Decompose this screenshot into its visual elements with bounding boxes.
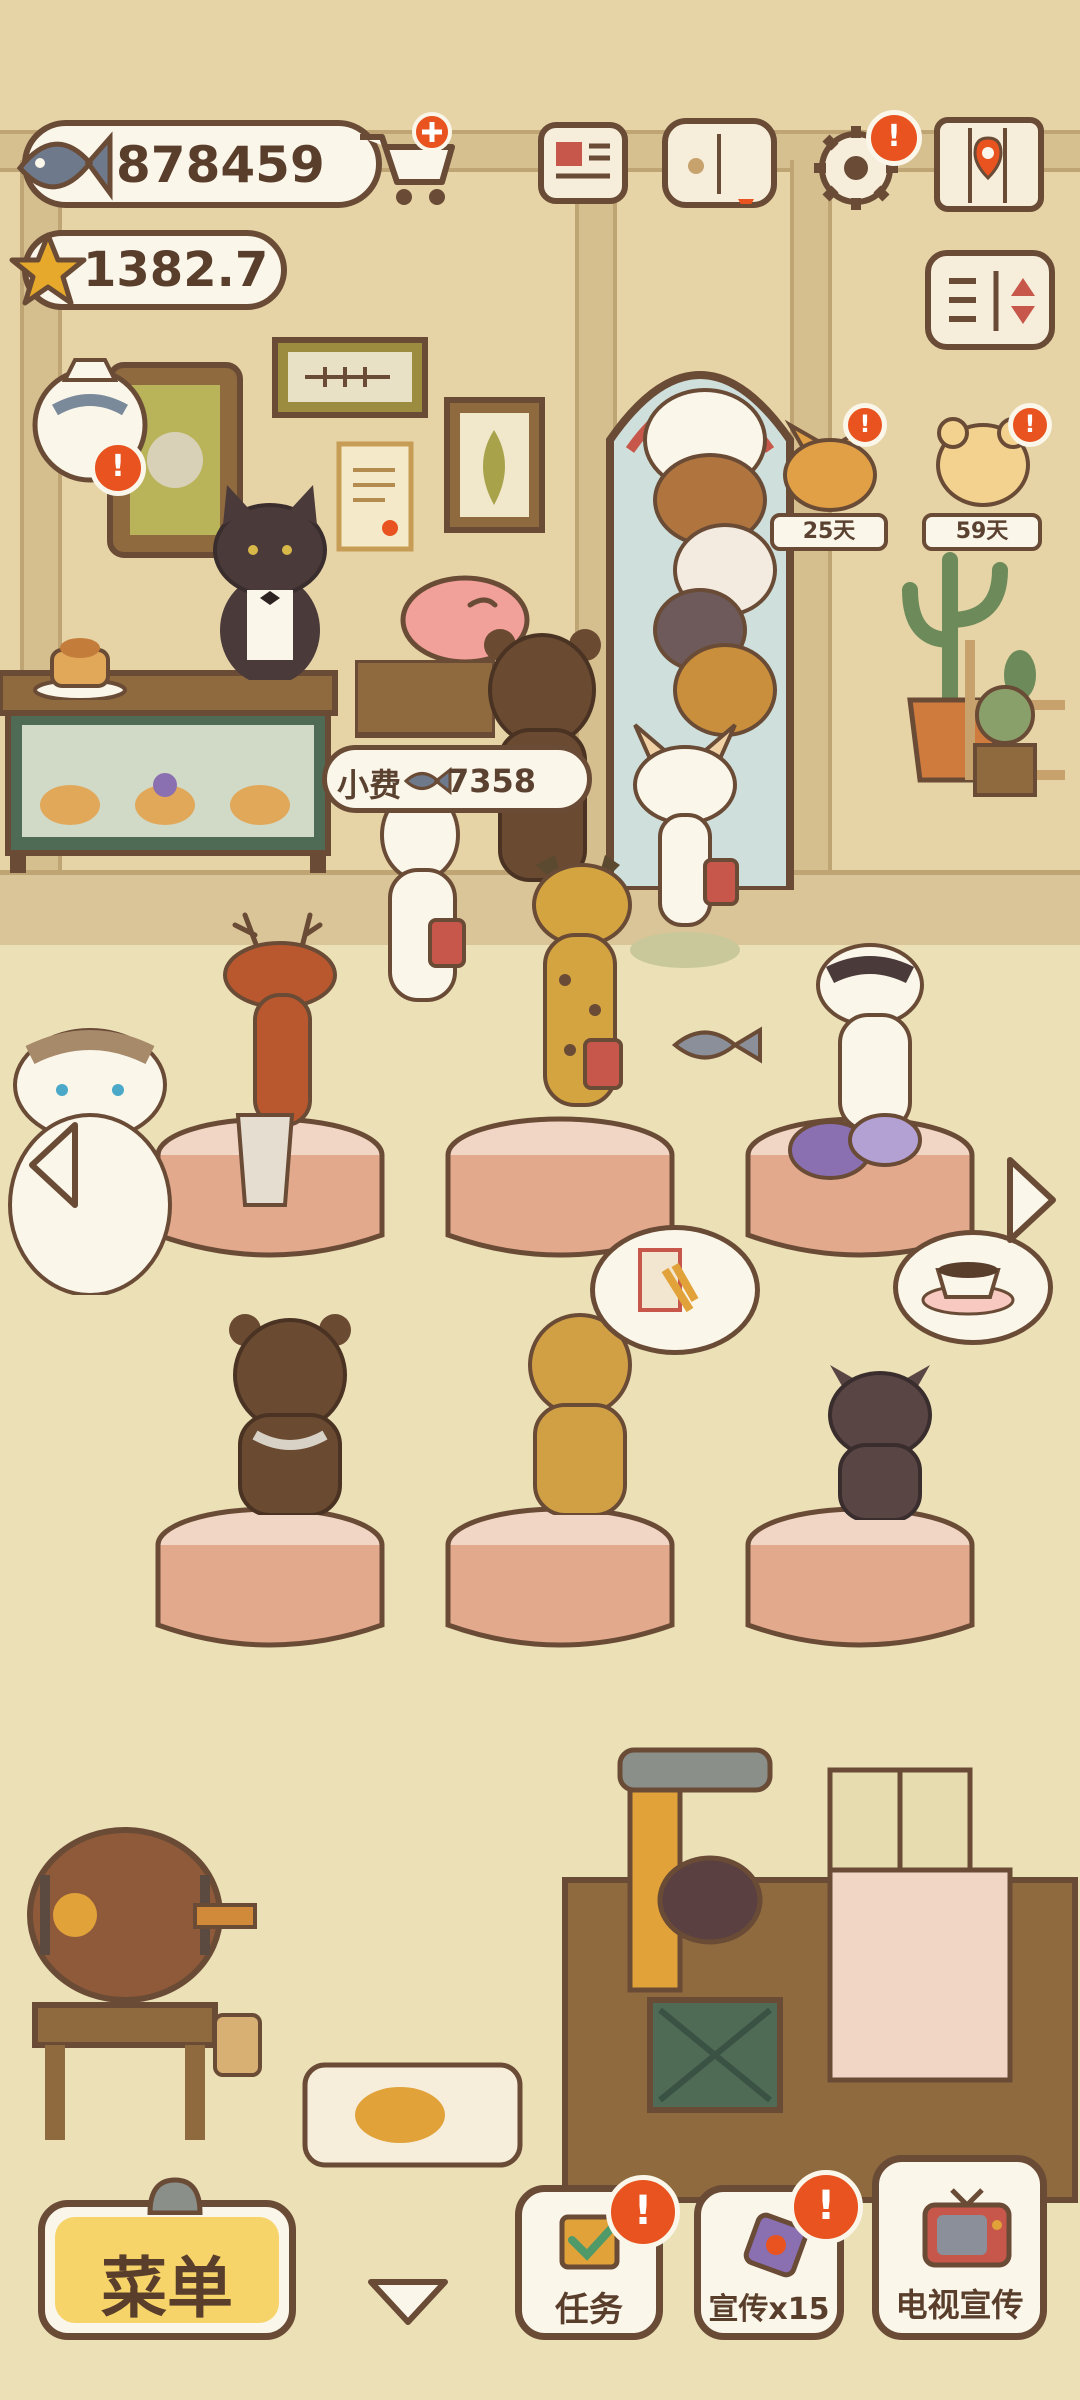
- settings-alert-badge: !: [866, 110, 922, 166]
- tv-promo-button[interactable]: 电视宣传: [872, 2155, 1047, 2340]
- menu-button-label: 菜单: [101, 2250, 233, 2327]
- purple-dessert: [788, 1113, 922, 1180]
- clipboard-clip-icon: [147, 2177, 203, 2215]
- table-6[interactable]: [740, 1505, 980, 1665]
- coffee-counter: [562, 1747, 1078, 2203]
- sort-icon: [949, 271, 1035, 331]
- beer-barrel: [27, 1827, 262, 2140]
- tip-bubble[interactable]: 小费 7358: [322, 745, 592, 813]
- coffee-cup-icon: [921, 1262, 1015, 1316]
- tv-icon: [922, 2188, 1012, 2268]
- promo-alert-badge: !: [789, 2170, 863, 2244]
- collapse-arrow[interactable]: [363, 2272, 453, 2332]
- promo-button-label: 宣传x15: [708, 2292, 830, 2327]
- order-bubble-fries[interactable]: [590, 1225, 760, 1355]
- tip-fish-icon: [403, 766, 452, 796]
- table-5[interactable]: [440, 1505, 680, 1665]
- fries-icon: [638, 1248, 699, 1313]
- side-counter: [355, 660, 495, 738]
- map-button[interactable]: [934, 117, 1044, 212]
- cat-rug: [302, 2062, 523, 2168]
- pancake-stack: [33, 638, 127, 700]
- newspaper-button[interactable]: [538, 122, 628, 204]
- newspaper-icon: [556, 142, 610, 179]
- tip-amount: 7358: [447, 762, 537, 800]
- cashier-black-cat: [213, 485, 327, 680]
- star-icon: [9, 232, 87, 306]
- white-dog-guest: [380, 788, 466, 1002]
- tasks-button-label: 任务: [555, 2290, 623, 2330]
- fish-icon: [16, 131, 113, 201]
- hyena-guest: [532, 855, 632, 1107]
- hamster-guest-days-label: 59天: [922, 513, 1042, 551]
- tasks-alert-badge: !: [606, 2175, 680, 2249]
- tv-promo-button-label: 电视宣传: [895, 2286, 1024, 2324]
- waiter-alert-badge: !: [90, 440, 146, 496]
- dark-cat-customer: [828, 1365, 932, 1520]
- star-rating-value: 1382.7: [83, 242, 269, 298]
- fishbone-frame: [272, 337, 428, 418]
- fish-currency-value: 878459: [116, 136, 325, 194]
- hamster-guest-alert-badge: !: [1008, 403, 1052, 447]
- leaf-frame: [444, 397, 545, 533]
- tip-label: 小费: [337, 766, 402, 804]
- paw-book-icon: [688, 134, 754, 204]
- scroll-right-arrow[interactable]: [995, 1150, 1065, 1250]
- potted-cactus: [973, 685, 1037, 797]
- shop-cart-button[interactable]: [352, 112, 462, 212]
- paw-book-button[interactable]: [662, 118, 777, 208]
- certificate-frame: [336, 441, 414, 552]
- map-icon: [968, 128, 1007, 203]
- table-4[interactable]: [150, 1505, 390, 1665]
- sort-button[interactable]: [925, 250, 1055, 350]
- deer-customer: [223, 912, 337, 1127]
- fish-item: [671, 1026, 762, 1064]
- fox-guest-alert-badge: !: [843, 403, 887, 447]
- water-glass: [235, 1113, 295, 1207]
- menu-button[interactable]: 菜单: [38, 2177, 296, 2340]
- fox-guest-days-label: 25天: [770, 513, 888, 551]
- scroll-left-arrow[interactable]: [20, 1115, 90, 1215]
- moon-bear-customer: [229, 1314, 351, 1515]
